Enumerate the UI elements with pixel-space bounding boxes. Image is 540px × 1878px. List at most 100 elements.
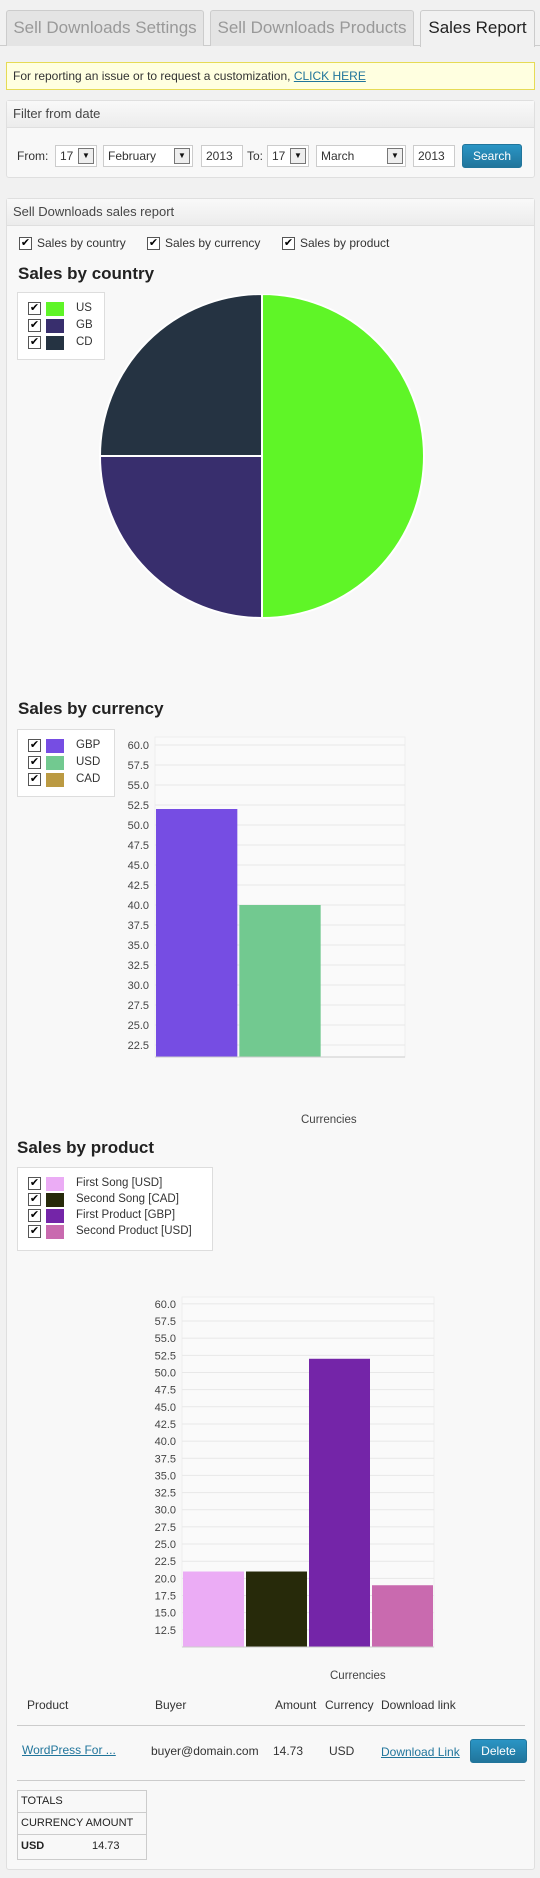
legend-cd-swatch bbox=[46, 336, 64, 350]
legend-second-song-label: Second Song [CAD] bbox=[76, 1193, 179, 1205]
legend-first-product-swatch bbox=[46, 1209, 64, 1223]
to-day-select[interactable]: 17 ▼ bbox=[267, 145, 309, 167]
legend-first-product-label: First Product [GBP] bbox=[76, 1209, 176, 1221]
y-tick-label: 22.5 bbox=[128, 1040, 149, 1052]
legend-second-product-checkbox[interactable]: ✔ bbox=[28, 1225, 41, 1238]
legend-cad-label: CAD bbox=[76, 773, 101, 785]
toggle-country-checkbox[interactable]: ✔ bbox=[19, 237, 32, 250]
y-tick-label: 30.0 bbox=[155, 1505, 176, 1517]
col-buyer: Buyer bbox=[155, 1698, 187, 1712]
bar-1 bbox=[239, 905, 321, 1057]
y-tick-label: 27.5 bbox=[155, 1522, 176, 1534]
y-tick-label: 50.0 bbox=[128, 820, 149, 832]
y-tick-label: 30.0 bbox=[128, 980, 149, 992]
country-pie-chart bbox=[98, 294, 425, 620]
filter-box: Filter from date From: 17 ▼ February ▼ 2… bbox=[6, 100, 535, 178]
legend-gbp-swatch bbox=[46, 739, 64, 753]
toggle-country-label: Sales by country bbox=[37, 236, 126, 250]
legend-second-product-label: Second Product [USD] bbox=[76, 1225, 192, 1237]
legend-first-song-checkbox[interactable]: ✔ bbox=[28, 1177, 41, 1190]
from-day-value: 17 bbox=[60, 149, 74, 163]
totals-currency: USD bbox=[21, 1840, 45, 1852]
bar-3 bbox=[372, 1585, 433, 1647]
from-label: From: bbox=[17, 149, 49, 163]
y-tick-label: 40.0 bbox=[128, 900, 149, 912]
y-tick-label: 57.5 bbox=[155, 1316, 176, 1328]
delete-button[interactable]: Delete bbox=[470, 1739, 527, 1763]
legend-first-song-swatch bbox=[46, 1177, 64, 1191]
legend-us-checkbox[interactable]: ✔ bbox=[28, 302, 41, 315]
product-link[interactable]: WordPress For ... bbox=[22, 1743, 116, 1757]
toggle-product-checkbox[interactable]: ✔ bbox=[282, 237, 295, 250]
y-tick-label: 40.0 bbox=[155, 1436, 176, 1448]
filter-title: Filter from date bbox=[7, 101, 534, 128]
product-bar-chart: 12.5 15.0 17.5 20.0 22.5 25.0 27.5 30.0 32.5 35.0… bbox=[155, 1296, 435, 1648]
bar-0 bbox=[156, 809, 238, 1057]
legend-second-song-checkbox[interactable]: ✔ bbox=[28, 1193, 41, 1206]
y-tick-label: 42.5 bbox=[155, 1419, 176, 1431]
chevron-down-icon: ▼ bbox=[174, 148, 190, 164]
from-month-value: February bbox=[108, 149, 157, 163]
legend-first-product-checkbox[interactable]: ✔ bbox=[28, 1209, 41, 1222]
legend-second-song-swatch bbox=[46, 1193, 64, 1207]
y-tick-label: 15.0 bbox=[155, 1608, 176, 1620]
legend-cad-checkbox[interactable]: ✔ bbox=[28, 773, 41, 786]
y-tick-label: 47.5 bbox=[128, 840, 149, 852]
y-tick-label: 37.5 bbox=[155, 1453, 176, 1465]
col-download-link: Download link bbox=[381, 1698, 456, 1712]
toggle-currency-label: Sales by currency bbox=[165, 236, 261, 250]
y-tick-label: 52.5 bbox=[155, 1350, 176, 1362]
y-tick-label: 60.0 bbox=[155, 1299, 176, 1311]
y-tick-label: 20.0 bbox=[155, 1573, 176, 1585]
legend-gb-checkbox[interactable]: ✔ bbox=[28, 319, 41, 332]
download-link[interactable]: Download Link bbox=[381, 1745, 460, 1759]
tab-settings[interactable]: Sell Downloads Settings bbox=[6, 10, 204, 46]
legend-gbp-checkbox[interactable]: ✔ bbox=[28, 739, 41, 752]
legend-usd-label: USD bbox=[76, 756, 101, 768]
y-tick-label: 42.5 bbox=[128, 880, 149, 892]
search-button[interactable]: Search bbox=[462, 144, 522, 168]
notice-text: For reporting an issue or to request a c… bbox=[13, 69, 294, 83]
report-title: Sell Downloads sales report bbox=[7, 199, 534, 226]
click-here-link[interactable]: CLICK HERE bbox=[294, 69, 366, 83]
from-month-select[interactable]: February ▼ bbox=[103, 145, 193, 167]
y-tick-label: 32.5 bbox=[155, 1488, 176, 1500]
y-tick-label: 50.0 bbox=[155, 1367, 176, 1379]
row-amount: 14.73 bbox=[273, 1744, 304, 1758]
to-month-select[interactable]: March ▼ bbox=[316, 145, 406, 167]
tab-sales-report[interactable]: Sales Report bbox=[420, 10, 535, 47]
toggle-product-label: Sales by product bbox=[300, 236, 390, 250]
to-year-input[interactable]: 2013 bbox=[413, 145, 455, 167]
y-tick-label: 35.0 bbox=[128, 940, 149, 952]
to-month-value: March bbox=[321, 149, 355, 163]
pie-slice-us bbox=[261, 294, 425, 620]
y-tick-label: 22.5 bbox=[155, 1556, 176, 1568]
totals-header: CURRENCY AMOUNT bbox=[21, 1817, 134, 1829]
toggle-currency-checkbox[interactable]: ✔ bbox=[147, 237, 160, 250]
y-tick-label: 45.0 bbox=[128, 860, 149, 872]
totals-divider bbox=[18, 1812, 146, 1813]
currency-x-axis-label: Currencies bbox=[301, 1114, 357, 1126]
from-day-select[interactable]: 17 ▼ bbox=[55, 145, 97, 167]
bar-1 bbox=[246, 1571, 307, 1647]
legend-usd-checkbox[interactable]: ✔ bbox=[28, 756, 41, 769]
y-tick-label: 17.5 bbox=[155, 1591, 176, 1603]
from-year-input[interactable]: 2013 bbox=[201, 145, 243, 167]
tab-products[interactable]: Sell Downloads Products bbox=[210, 10, 414, 46]
buyer-email: buyer@domain.com bbox=[151, 1744, 259, 1758]
legend-first-song-label: First Song [USD] bbox=[76, 1177, 163, 1189]
row-currency: USD bbox=[329, 1744, 355, 1758]
y-tick-label: 37.5 bbox=[128, 920, 149, 932]
pie-slice-cd bbox=[98, 294, 263, 457]
y-tick-label: 27.5 bbox=[128, 1000, 149, 1012]
pie-slice-gb bbox=[98, 455, 263, 620]
y-tick-label: 57.5 bbox=[128, 760, 149, 772]
col-currency: Currency bbox=[325, 1698, 374, 1712]
currency-legend: ✔ GBP ✔ USD ✔ CAD bbox=[17, 729, 115, 797]
y-tick-label: 52.5 bbox=[128, 800, 149, 812]
y-tick-label: 55.0 bbox=[128, 780, 149, 792]
tab-bar: Sell Downloads Settings Sell Downloads P… bbox=[0, 0, 540, 47]
bar-0 bbox=[183, 1571, 244, 1647]
totals-amount: 14.73 bbox=[92, 1840, 120, 1852]
legend-cd-checkbox[interactable]: ✔ bbox=[28, 336, 41, 349]
